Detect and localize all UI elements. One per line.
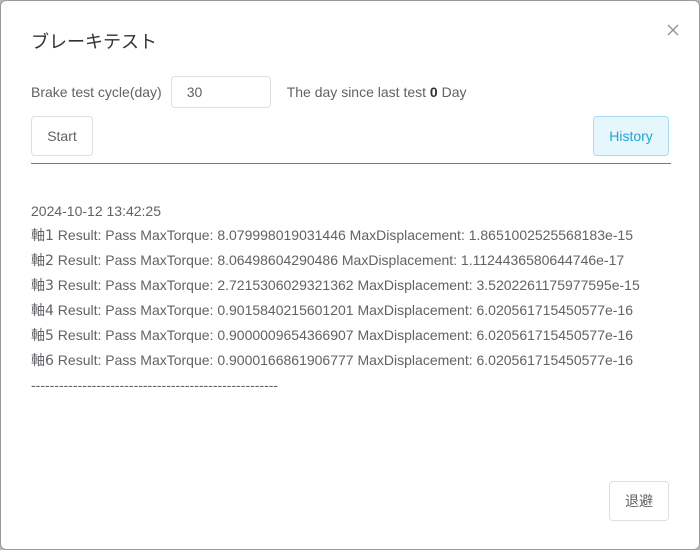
log-timestamp: 2024-10-12 13:42:25 <box>31 203 161 219</box>
log-result: Result: Pass MaxTorque: 8.06498604290486… <box>53 252 625 268</box>
log-result: Result: Pass MaxTorque: 8.07999801903144… <box>53 227 633 243</box>
log-result: Result: Pass MaxTorque: 0.90001668619067… <box>53 352 633 368</box>
axis-label: 軸1 <box>31 228 54 244</box>
since-last-test: The day since last test 0 Day <box>287 84 467 100</box>
log-entry-axis-6: 軸6 Result: Pass MaxTorque: 0.90001668619… <box>31 348 681 373</box>
log-entry-axis-2: 軸2 Result: Pass MaxTorque: 8.06498604290… <box>31 248 681 273</box>
since-value: 0 <box>429 84 438 100</box>
log-result: Result: Pass MaxTorque: 0.90000096543669… <box>53 327 633 343</box>
log-separator: ----------------------------------------… <box>31 377 279 393</box>
start-button[interactable]: Start <box>31 116 93 156</box>
cycle-row: Brake test cycle(day) The day since last… <box>31 76 467 108</box>
log-result: Result: Pass MaxTorque: 0.90158402156012… <box>53 302 633 318</box>
log-entry-axis-5: 軸5 Result: Pass MaxTorque: 0.90000096543… <box>31 323 681 348</box>
axis-label: 軸3 <box>31 278 54 294</box>
axis-label: 軸2 <box>31 253 54 269</box>
dialog-title: ブレーキテスト <box>31 32 157 53</box>
test-log: 2024-10-12 13:42:25 軸1 Result: Pass MaxT… <box>31 199 681 397</box>
close-icon[interactable] <box>665 22 681 38</box>
cycle-input[interactable] <box>170 76 271 108</box>
axis-label: 軸4 <box>31 303 54 319</box>
retreat-button[interactable]: 退避 <box>609 481 669 521</box>
cycle-label: Brake test cycle(day) <box>31 84 162 100</box>
divider <box>31 163 671 164</box>
brake-test-dialog: ブレーキテスト Brake test cycle(day) The day si… <box>0 0 700 550</box>
log-entry-axis-4: 軸4 Result: Pass MaxTorque: 0.90158402156… <box>31 298 681 323</box>
since-prefix: The day since last test <box>286 84 427 100</box>
log-entry-axis-3: 軸3 Result: Pass MaxTorque: 2.72153060293… <box>31 273 681 298</box>
axis-label: 軸6 <box>31 353 54 369</box>
since-suffix: Day <box>441 84 467 100</box>
history-button[interactable]: History <box>593 116 669 156</box>
axis-label: 軸5 <box>31 328 54 344</box>
log-entry-axis-1: 軸1 Result: Pass MaxTorque: 8.07999801903… <box>31 223 681 248</box>
log-result: Result: Pass MaxTorque: 2.72153060293213… <box>53 277 640 293</box>
